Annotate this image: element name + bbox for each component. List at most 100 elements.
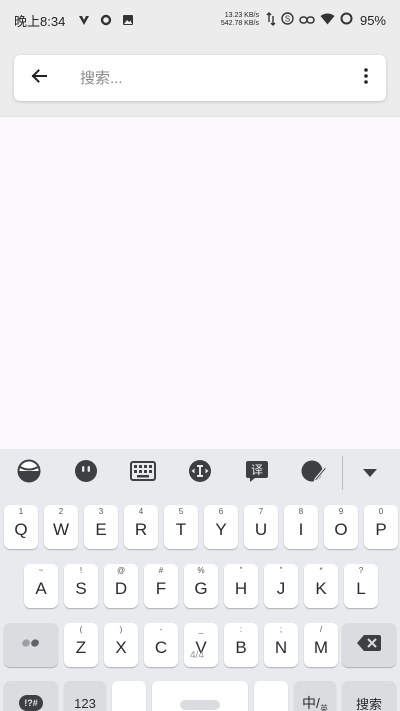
- backspace-key[interactable]: [342, 623, 396, 667]
- key-label: T: [175, 520, 187, 539]
- key-d[interactable]: @ D: [104, 564, 138, 608]
- space-key[interactable]: [152, 681, 248, 711]
- key-e[interactable]: 3E: [84, 505, 118, 549]
- symbols-badge-icon: !?#: [19, 695, 43, 711]
- key-t[interactable]: 5T: [164, 505, 198, 549]
- network-speed: 13.23 KB/s 542.78 KB/s: [221, 12, 259, 28]
- key-label: R: [134, 520, 148, 539]
- key-f[interactable]: # F: [144, 564, 178, 608]
- back-button[interactable]: [14, 55, 64, 101]
- key-label: M: [313, 638, 329, 657]
- search-results-area: [0, 116, 400, 449]
- key-m[interactable]: / M: [304, 623, 338, 667]
- key-label: P: [375, 520, 387, 539]
- circle-notification-icon: [97, 11, 115, 29]
- key-label: O: [334, 520, 348, 539]
- toolbar-button-handwriting[interactable]: [285, 449, 342, 497]
- key-y[interactable]: 6Y: [204, 505, 238, 549]
- key-l[interactable]: ? L: [344, 564, 378, 608]
- toolbar-button-translate[interactable]: 译: [228, 449, 285, 497]
- battery-icon: [340, 12, 353, 28]
- key-label: W: [52, 520, 70, 539]
- collapse-keyboard-button[interactable]: [343, 449, 397, 497]
- toolbar-button-cursor[interactable]: [171, 449, 228, 497]
- key-u[interactable]: 7U: [244, 505, 278, 549]
- key-h[interactable]: " H: [224, 564, 258, 608]
- handwriting-icon: [301, 459, 327, 488]
- space-bar-indicator: [180, 700, 220, 710]
- key-s[interactable]: ! S: [64, 564, 98, 608]
- backspace-icon: [357, 634, 381, 656]
- key-label: H: [234, 579, 248, 598]
- key-i[interactable]: 8I: [284, 505, 318, 549]
- key-hint: !: [79, 566, 83, 575]
- key-hint: 1: [18, 507, 24, 516]
- key-x[interactable]: ) X: [104, 623, 138, 667]
- comma-key[interactable]: [112, 681, 146, 711]
- key-n[interactable]: ; N: [264, 623, 298, 667]
- key-hint: 8: [298, 507, 304, 516]
- key-hint: :: [239, 625, 243, 634]
- more-options-button[interactable]: [346, 55, 386, 101]
- search-header: [0, 40, 400, 116]
- shift-key[interactable]: [4, 623, 58, 667]
- search-key-label: 搜索: [355, 696, 382, 711]
- key-label: L: [356, 579, 366, 598]
- skin-icon: [17, 459, 41, 488]
- key-w[interactable]: 2W: [44, 505, 78, 549]
- key-b[interactable]: :B: [224, 623, 258, 667]
- language-sub-label: 英: [319, 703, 328, 711]
- key-hint: ": [279, 566, 283, 575]
- upload-speed: 13.23 KB/s: [224, 12, 259, 19]
- status-bar: 晚上8:34 13.23 KB/s 542.78 KB/s S 95%: [0, 0, 400, 40]
- numbers-key[interactable]: 123: [64, 681, 106, 711]
- key-a[interactable]: ~ A: [24, 564, 58, 608]
- key-hint: ;: [279, 625, 283, 634]
- toolbar-button-skin[interactable]: [0, 449, 57, 497]
- keyboard-toolbar: 译: [0, 449, 400, 497]
- key-r[interactable]: 4R: [124, 505, 158, 549]
- key-g[interactable]: % G: [184, 564, 218, 608]
- key-j[interactable]: " J: [264, 564, 298, 608]
- key-q[interactable]: 1Q: [4, 505, 38, 549]
- key-hint: 3: [98, 507, 104, 516]
- key-k[interactable]: * K: [304, 564, 338, 608]
- key-p[interactable]: 0P: [364, 505, 398, 549]
- search-key[interactable]: 搜索: [342, 681, 396, 711]
- key-hint: #: [158, 566, 164, 575]
- key-hint: /: [319, 625, 323, 634]
- key-hint: 7: [258, 507, 264, 516]
- language-switch-key[interactable]: 中/ 英: [294, 681, 336, 711]
- key-hint: 5: [178, 507, 184, 516]
- key-hint: %: [197, 566, 205, 575]
- key-label: D: [114, 579, 128, 598]
- triangle-down-icon: [363, 464, 377, 482]
- key-label: B: [235, 638, 247, 657]
- key-c[interactable]: -C: [144, 623, 178, 667]
- key-hint: ~: [38, 566, 44, 575]
- key-label: Q: [14, 520, 28, 539]
- language-label: 中/: [302, 695, 320, 711]
- link-icon: [299, 13, 315, 28]
- key-z[interactable]: (Z: [64, 623, 98, 667]
- key-label: K: [315, 579, 327, 598]
- symbols-key[interactable]: !?#: [4, 681, 58, 711]
- v-notification-icon: [75, 11, 93, 29]
- toolbar-button-keyboard[interactable]: [114, 449, 171, 497]
- key-label: S: [75, 579, 87, 598]
- key-label: X: [115, 638, 127, 657]
- key-o[interactable]: 9O: [324, 505, 358, 549]
- shift-icon: [20, 636, 42, 654]
- key-hint: ?: [358, 566, 364, 575]
- toolbar-button-emoji[interactable]: [57, 449, 114, 497]
- period-key[interactable]: [254, 681, 288, 711]
- symbols-label: !?#: [24, 698, 38, 708]
- key-hint: 2: [58, 507, 64, 516]
- s-app-icon: S: [281, 12, 294, 28]
- search-bar: [14, 55, 386, 101]
- translate-icon: 译: [245, 459, 269, 488]
- key-label: N: [274, 638, 288, 657]
- search-input[interactable]: [80, 69, 346, 87]
- page-indicator-watermark: 4/4: [190, 650, 204, 661]
- key-label: Z: [75, 638, 87, 657]
